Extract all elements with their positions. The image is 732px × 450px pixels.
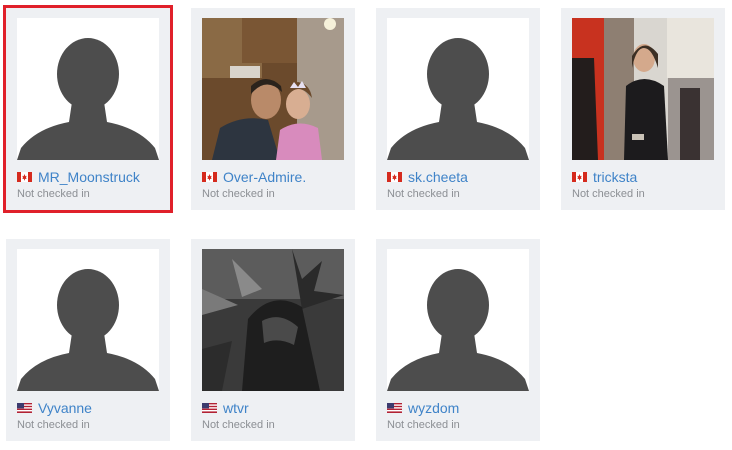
usa-flag-icon bbox=[202, 403, 217, 413]
player-name-link[interactable]: MR_Moonstruck bbox=[38, 169, 140, 185]
photo-dark-helmet-icon bbox=[202, 249, 344, 391]
checkin-status: Not checked in bbox=[572, 188, 645, 200]
checkin-status: Not checked in bbox=[17, 188, 90, 200]
player-name-link[interactable]: wyzdom bbox=[408, 400, 459, 416]
player-card[interactable]: wyzdom Not checked in bbox=[376, 239, 540, 441]
player-card[interactable]: wtvr Not checked in bbox=[191, 239, 355, 441]
silhouette-icon bbox=[17, 249, 159, 391]
canada-flag-icon bbox=[202, 172, 217, 182]
canada-flag-icon bbox=[572, 172, 587, 182]
avatar-photo bbox=[202, 249, 344, 391]
avatar-default-silhouette bbox=[17, 249, 159, 391]
player-name-link[interactable]: wtvr bbox=[223, 400, 249, 416]
usa-flag-icon bbox=[387, 403, 402, 413]
avatar-default-silhouette bbox=[387, 18, 529, 160]
player-card[interactable]: Over-Admire. Not checked in bbox=[191, 8, 355, 210]
usa-flag-icon bbox=[17, 403, 32, 413]
photo-man-in-store-icon bbox=[572, 18, 714, 160]
canada-flag-icon bbox=[387, 172, 402, 182]
checkin-status: Not checked in bbox=[387, 188, 460, 200]
silhouette-icon bbox=[17, 18, 159, 160]
canada-flag-icon bbox=[17, 172, 32, 182]
player-name-link[interactable]: sk.cheeta bbox=[408, 169, 468, 185]
silhouette-icon bbox=[387, 18, 529, 160]
photo-man-with-child-icon bbox=[202, 18, 344, 160]
avatar-default-silhouette bbox=[17, 18, 159, 160]
silhouette-icon bbox=[387, 249, 529, 391]
checkin-status: Not checked in bbox=[17, 419, 90, 431]
player-card[interactable]: tricksta Not checked in bbox=[561, 8, 725, 210]
checkin-status: Not checked in bbox=[387, 419, 460, 431]
avatar-photo bbox=[572, 18, 714, 160]
player-name-link[interactable]: tricksta bbox=[593, 169, 637, 185]
avatar-default-silhouette bbox=[387, 249, 529, 391]
player-name-link[interactable]: Over-Admire. bbox=[223, 169, 306, 185]
player-card[interactable]: Vyvanne Not checked in bbox=[6, 239, 170, 441]
player-name-link[interactable]: Vyvanne bbox=[38, 400, 92, 416]
checkin-status: Not checked in bbox=[202, 188, 275, 200]
player-card[interactable]: sk.cheeta Not checked in bbox=[376, 8, 540, 210]
checkin-status: Not checked in bbox=[202, 419, 275, 431]
player-card[interactable]: MR_Moonstruck Not checked in bbox=[3, 5, 173, 213]
avatar-photo bbox=[202, 18, 344, 160]
